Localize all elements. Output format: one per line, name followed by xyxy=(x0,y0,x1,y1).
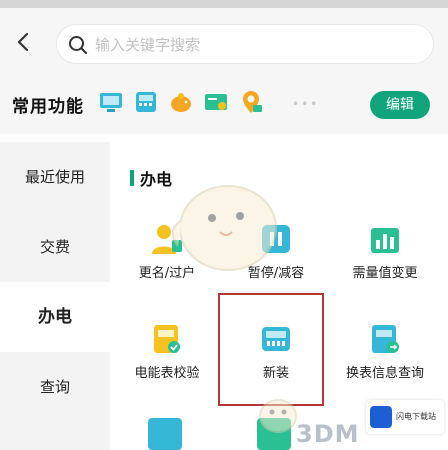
service-meter-swap-query[interactable]: 换表信息查询 xyxy=(330,322,440,412)
monitor-icon[interactable] xyxy=(98,89,124,115)
service-label: 换表信息查询 xyxy=(345,366,424,381)
piggy-bank-icon[interactable] xyxy=(168,89,194,115)
service-partial-icon[interactable] xyxy=(148,418,182,450)
sidebar-item-payment[interactable]: 交费 xyxy=(0,212,110,282)
service-partial-icon[interactable] xyxy=(257,418,291,450)
location-icon[interactable] xyxy=(238,89,264,115)
meter-icon[interactable] xyxy=(133,89,159,115)
service-label: 新装 xyxy=(262,366,289,381)
category-sidebar: 最近使用 交费 办电 查询 xyxy=(0,142,110,450)
new-install-icon xyxy=(262,327,290,351)
favorites-row: 常用功能 ••• 编辑 xyxy=(0,72,448,134)
person-icon xyxy=(152,225,182,254)
section-accent-bar xyxy=(130,170,134,186)
payment-icon[interactable] xyxy=(203,89,229,115)
service-new-install[interactable]: 新装 xyxy=(221,322,331,412)
search-icon xyxy=(69,36,88,55)
site-logo-icon xyxy=(370,406,392,428)
site-badge-label: 闪电下载站 xyxy=(396,412,436,421)
section-title: 办电 xyxy=(140,170,173,189)
top-bar xyxy=(0,8,448,72)
favorites-icons xyxy=(98,87,264,117)
service-rename-transfer[interactable]: 更名/过户 xyxy=(112,222,222,312)
service-meter-calibration[interactable]: 电能表校验 xyxy=(112,322,222,412)
site-badge: 闪电下载站 xyxy=(366,400,444,434)
service-pause-reduce[interactable]: 暂停/减容 xyxy=(221,222,331,312)
edit-button[interactable]: 编辑 xyxy=(370,91,430,119)
watermark-text: 3DM xyxy=(296,420,360,448)
service-demand-change[interactable]: 需量值变更 xyxy=(330,222,440,312)
service-label: 更名/过户 xyxy=(138,266,196,281)
service-label: 电能表校验 xyxy=(134,366,200,381)
sidebar-item-recent[interactable]: 最近使用 xyxy=(0,142,110,212)
sidebar-item-electricity-service[interactable]: 办电 xyxy=(0,282,110,352)
status-bar xyxy=(0,0,448,8)
more-indicator: ••• xyxy=(292,97,320,111)
chart-icon xyxy=(371,228,399,253)
back-button[interactable] xyxy=(10,28,38,56)
service-label: 需量值变更 xyxy=(352,266,418,281)
service-label: 暂停/减容 xyxy=(247,266,305,281)
search-input[interactable] xyxy=(95,29,415,61)
meter-check-icon xyxy=(154,325,180,353)
favorites-title: 常用功能 xyxy=(12,97,84,117)
chevron-left-icon xyxy=(17,32,29,52)
pause-icon xyxy=(262,225,290,253)
sidebar-item-query[interactable]: 查询 xyxy=(0,352,110,422)
search-bar[interactable] xyxy=(56,24,434,64)
meter-swap-icon xyxy=(372,325,399,353)
